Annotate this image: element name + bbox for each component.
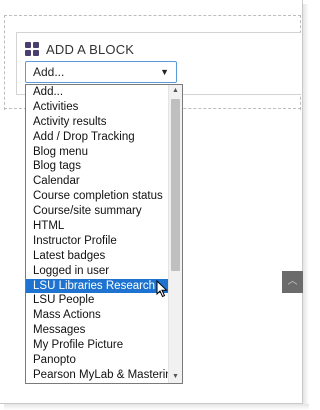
scrollbar-thumb[interactable]: [171, 99, 180, 271]
dropdown-option[interactable]: LSU People: [26, 293, 169, 308]
scroll-up-icon[interactable]: ▲: [169, 85, 182, 97]
dropdown-option[interactable]: Pearson MyLab & Mastering: [26, 368, 178, 383]
drop-zone-border-top: [4, 15, 301, 16]
dropdown-option[interactable]: Activity results: [26, 115, 169, 130]
drop-zone-border-left: [4, 15, 5, 110]
dropdown-option[interactable]: Messages: [26, 323, 169, 338]
block-title: ADD A BLOCK: [46, 41, 135, 57]
add-block-dropdown-list[interactable]: Add... Activities Activity results Add / Dr…: [25, 84, 183, 384]
scroll-down-icon[interactable]: ▼: [169, 371, 182, 383]
dropdown-option[interactable]: LSU Libraries Research: [26, 278, 169, 294]
dropdown-option[interactable]: Recent...: [26, 383, 169, 384]
caret-down-icon: ▼: [160, 67, 169, 77]
dropdown-option[interactable]: Course/site summary: [26, 204, 169, 219]
select-value: Add...: [33, 65, 65, 79]
dropdown-scrollbar[interactable]: ▲ ▼: [168, 85, 182, 383]
block-header: ADD A BLOCK: [25, 40, 134, 58]
dropdown-option[interactable]: Add...: [26, 85, 169, 100]
mouse-pointer-icon: [156, 280, 168, 298]
dropdown-option[interactable]: Mass Actions: [26, 308, 169, 323]
dropdown-options: Add... Activities Activity results Add / Dr…: [26, 85, 178, 384]
dropdown-option[interactable]: Latest badges: [26, 249, 169, 264]
grid-icon: [25, 42, 39, 56]
dropdown-option[interactable]: Logged in user: [26, 264, 169, 279]
chevron-up-icon[interactable]: ︿: [282, 271, 303, 293]
dropdown-option[interactable]: Calendar: [26, 174, 169, 189]
frame-shadow-right: [303, 4, 309, 408]
add-block-select[interactable]: Add... ▼: [25, 61, 177, 83]
frame-shadow-bottom: [4, 404, 309, 410]
dropdown-option[interactable]: Panopto: [26, 353, 169, 368]
dropdown-option[interactable]: My Profile Picture: [26, 338, 169, 353]
dropdown-option[interactable]: Activities: [26, 100, 169, 115]
dropdown-option[interactable]: HTML: [26, 219, 169, 234]
dropdown-option[interactable]: Course completion status: [26, 189, 169, 204]
dropdown-option[interactable]: Blog tags: [26, 159, 169, 174]
dropdown-option[interactable]: Blog menu: [26, 145, 169, 160]
dropdown-option[interactable]: Add / Drop Tracking: [26, 130, 169, 145]
dropdown-option[interactable]: Instructor Profile: [26, 234, 169, 249]
